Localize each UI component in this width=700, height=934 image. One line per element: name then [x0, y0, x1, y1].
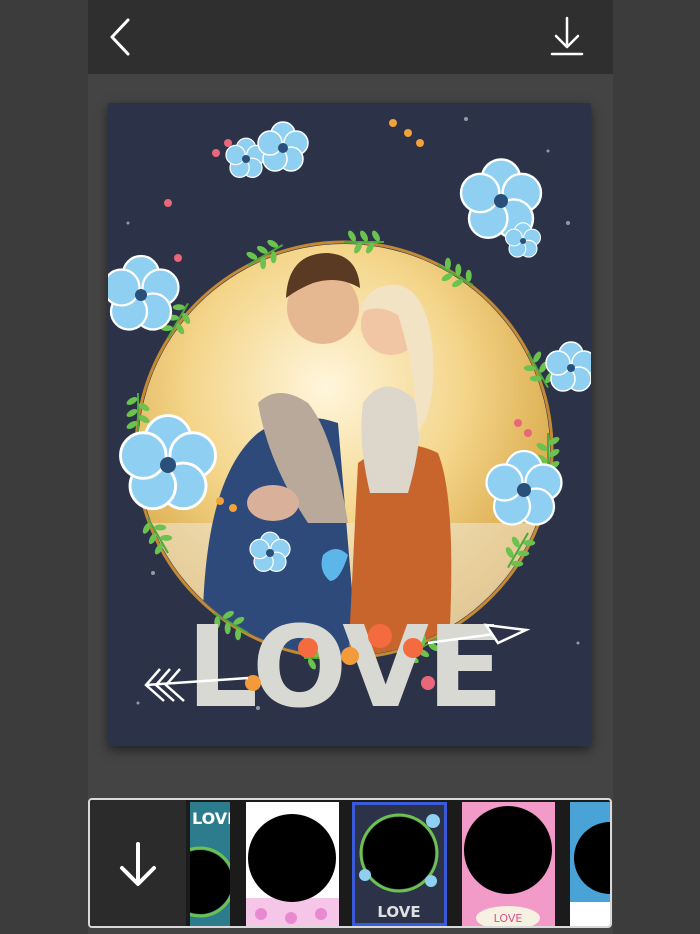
frame-artwork: LOVE: [108, 117, 591, 733]
download-thumbnail-button[interactable]: [90, 800, 186, 926]
back-button[interactable]: [104, 14, 144, 60]
chevron-left-icon: [110, 18, 130, 56]
photo-frame-canvas[interactable]: LOVE: [108, 103, 591, 746]
love-word: LOVE: [187, 603, 502, 733]
download-icon: [550, 16, 584, 56]
svg-text:LOVE: LOVE: [494, 912, 523, 925]
top-toolbar: [88, 0, 613, 74]
svg-text:LOVE: LOVE: [377, 903, 420, 921]
frame-thumbnail[interactable]: [246, 802, 339, 926]
download-button[interactable]: [545, 14, 589, 60]
left-gutter: [0, 0, 88, 934]
frame-thumbnail[interactable]: LOVE: [462, 802, 555, 926]
frame-thumbnail[interactable]: [570, 802, 610, 926]
right-gutter: [613, 0, 700, 934]
frame-thumbnail-strip[interactable]: LOVE LOVE LOVE: [88, 798, 612, 928]
download-arrow-icon: [120, 842, 156, 886]
frame-thumbnail-selected[interactable]: LOVE: [352, 802, 447, 926]
svg-text:LOVE: LOVE: [192, 809, 230, 828]
frame-thumbnail[interactable]: LOVE: [190, 802, 230, 926]
